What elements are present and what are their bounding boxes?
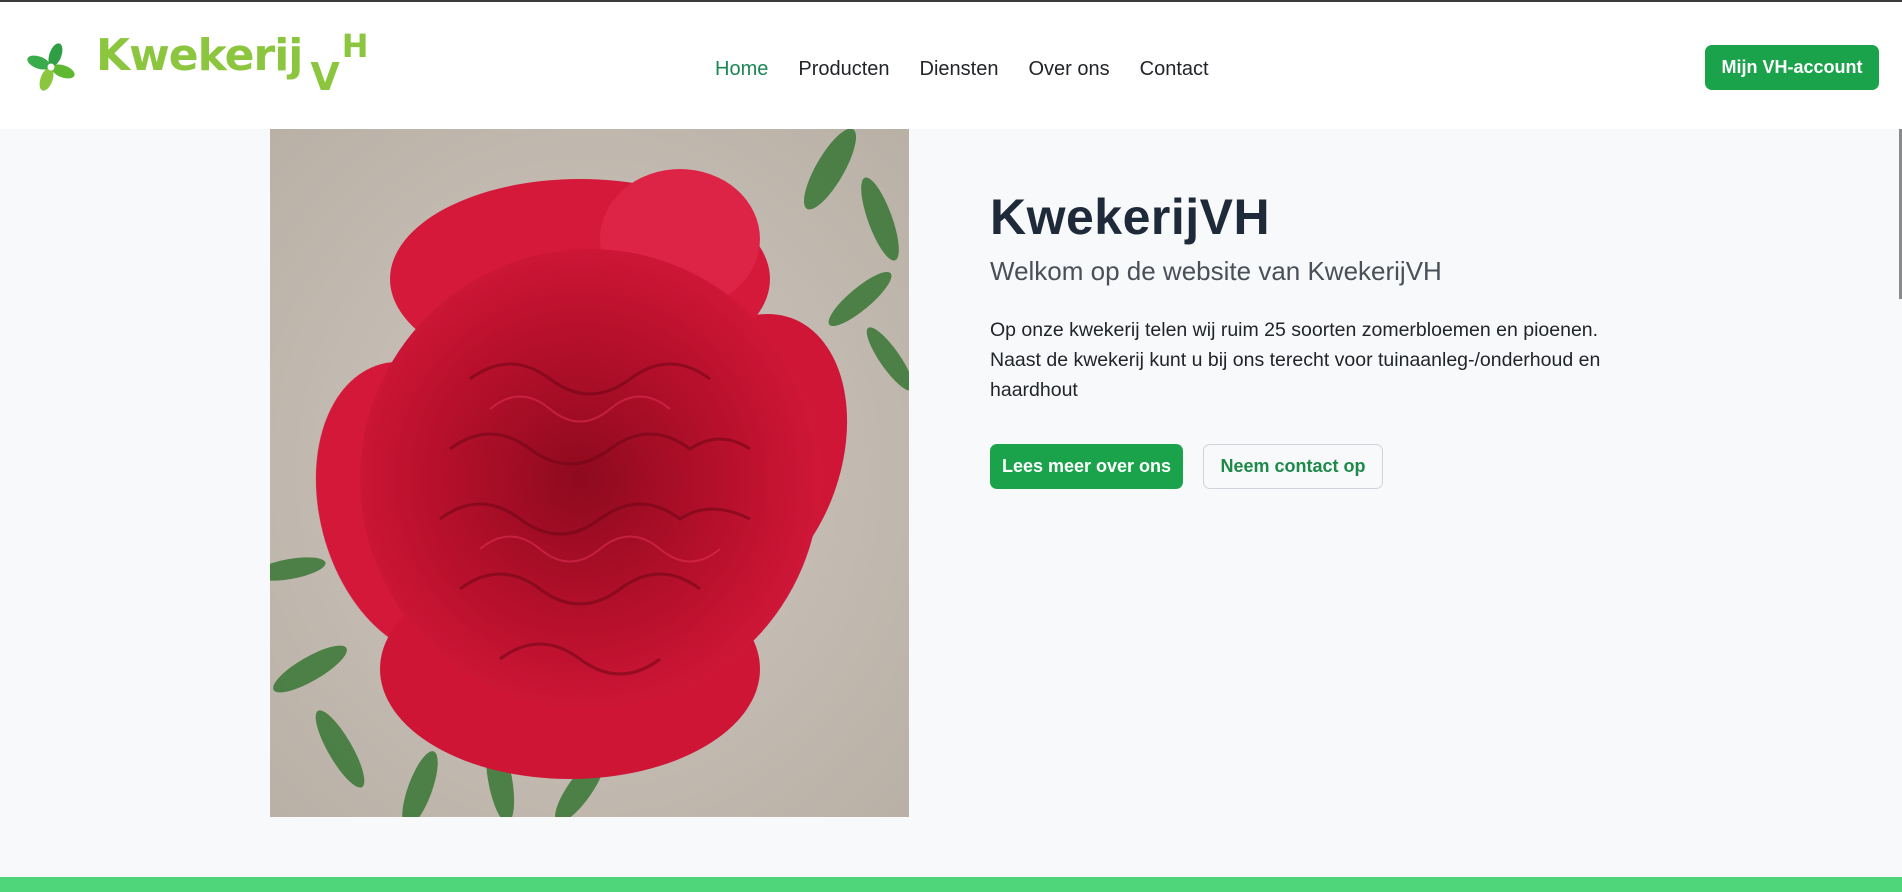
red-peony-photo <box>270 129 909 817</box>
nav-item-over-ons[interactable]: Over ons <box>1013 54 1124 84</box>
site-logo[interactable]: Kwekerij V H <box>24 27 369 102</box>
pinwheel-leaf-icon <box>27 43 75 91</box>
nav-item-diensten[interactable]: Diensten <box>905 54 1014 84</box>
hero-actions: Lees meer over ons Neem contact op <box>990 444 1383 489</box>
contact-button[interactable]: Neem contact op <box>1203 444 1383 489</box>
main-nav: Home Producten Diensten Over ons Contact <box>700 54 1224 84</box>
nav-item-contact[interactable]: Contact <box>1125 54 1224 84</box>
hero-subtitle: Welkom op de website van KwekerijVH <box>990 256 1442 286</box>
logo-letter-v: V <box>310 55 340 99</box>
logo-wordmark: Kwekerij <box>96 30 303 81</box>
page-title: KwekerijVH <box>990 189 1271 245</box>
site-header: Kwekerij V H Home Producten Diensten Ove… <box>0 2 1902 129</box>
footer-bar <box>0 877 1902 892</box>
hero-image-red-peony <box>270 129 909 817</box>
read-more-button[interactable]: Lees meer over ons <box>990 444 1183 489</box>
nav-item-home[interactable]: Home <box>700 54 783 84</box>
logo-letter-h: H <box>341 27 369 65</box>
hero-content: KwekerijVH Welkom op de website van Kwek… <box>990 188 1670 489</box>
hero-description: Op onze kwekerij telen wij ruim 25 soort… <box>990 319 1601 401</box>
nav-item-producten[interactable]: Producten <box>783 54 904 84</box>
account-button[interactable]: Mijn VH-account <box>1705 45 1879 90</box>
